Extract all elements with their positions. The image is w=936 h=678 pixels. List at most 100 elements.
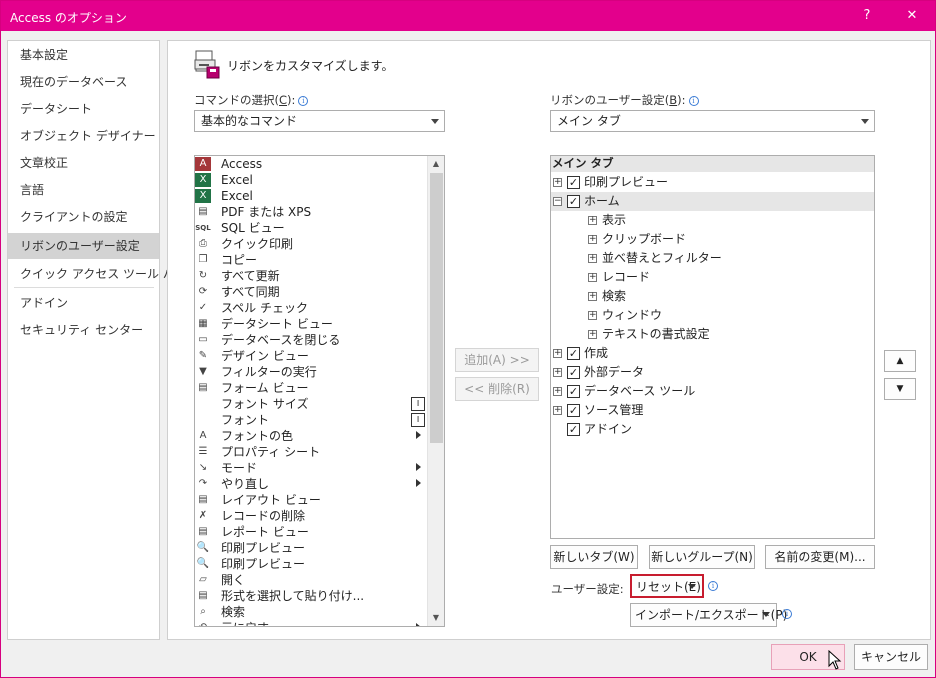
sidebar-item[interactable]: データシート (8, 96, 159, 122)
scroll-thumb[interactable] (430, 173, 443, 443)
ribbon-tree-item[interactable]: + ✓ ソース管理 (551, 401, 874, 420)
tab-checkbox[interactable]: ✓ (567, 385, 580, 398)
ribbon-tree-item[interactable]: + クリップボード (551, 230, 874, 249)
sidebar-item[interactable]: オブジェクト デザイナー (8, 123, 159, 149)
sidebar-item[interactable]: セキュリティ センター (8, 317, 159, 343)
ribbon-tree[interactable]: メイン タブ + ✓ 印刷プレビュー − ✓ ホーム + 表示 + クリップボード + 並べ替えとフィ… (550, 155, 875, 539)
command-list-item[interactable]: ▤ PDF または XPS (195, 204, 410, 220)
move-down-button[interactable]: ▼ (884, 378, 916, 400)
sidebar-item[interactable]: クライアントの設定 (8, 204, 159, 230)
expand-icon[interactable]: + (588, 330, 597, 339)
ribbon-tree-item[interactable]: + ウィンドウ (551, 306, 874, 325)
tab-checkbox[interactable]: ✓ (567, 423, 580, 436)
command-list-item[interactable]: ↘ モード (195, 460, 421, 476)
command-list-item[interactable]: ▤ フォーム ビュー (195, 380, 410, 396)
command-list-item[interactable]: ▤ レポート ビュー (195, 524, 410, 540)
expand-icon[interactable]: + (553, 349, 562, 358)
command-list-item[interactable]: フォント I (195, 412, 425, 428)
ribbon-tree-item[interactable]: + ✓ 作成 (551, 344, 874, 363)
command-list-item[interactable]: ▤ 形式を選択して貼り付け... (195, 588, 410, 604)
sidebar-item[interactable]: 文章校正 (8, 150, 159, 176)
expand-icon[interactable]: + (553, 387, 562, 396)
sidebar-item[interactable]: リボンのユーザー設定 (8, 233, 159, 259)
command-list-item[interactable]: ▤ レイアウト ビュー (195, 492, 410, 508)
scroll-down-arrow-icon[interactable]: ▼ (428, 610, 444, 626)
command-list-item[interactable]: ✗ レコードの削除 (195, 508, 410, 524)
command-list-item[interactable]: SQL SQL ビュー (195, 220, 410, 236)
choose-commands-dropdown[interactable]: 基本的なコマンド (194, 110, 445, 132)
import-export-dropdown[interactable]: インポート/エクスポート(P) (630, 603, 787, 627)
customize-ribbon-label: リボンのユーザー設定(B): i (550, 92, 699, 108)
expand-icon[interactable]: + (588, 311, 597, 320)
command-list-item[interactable]: ⎙ クイック印刷 (195, 236, 410, 252)
expand-icon[interactable]: + (588, 292, 597, 301)
expand-icon[interactable]: + (588, 216, 597, 225)
ribbon-tree-item[interactable]: + 検索 (551, 287, 874, 306)
tab-checkbox[interactable]: ✓ (567, 404, 580, 417)
command-list-item[interactable]: ▱ 開く (195, 572, 410, 588)
ribbon-tree-item[interactable]: + ✓ 外部データ (551, 363, 874, 382)
ribbon-tree-item[interactable]: + ✓ 印刷プレビュー (551, 173, 874, 192)
ribbon-tree-item[interactable]: + 表示 (551, 211, 874, 230)
tab-checkbox[interactable]: ✓ (567, 347, 580, 360)
command-list-item[interactable]: ✓ スペル チェック (195, 300, 410, 316)
command-list-item[interactable]: ✎ デザイン ビュー (195, 348, 410, 364)
command-list-item[interactable]: ❐ コピー (195, 252, 410, 268)
ribbon-tree-item[interactable]: + レコード (551, 268, 874, 287)
command-list-item[interactable]: 🔍 印刷プレビュー (195, 540, 410, 556)
command-list-item[interactable]: フォント サイズ I (195, 396, 425, 412)
commands-listbox[interactable]: A Access X Excel X Excel ▤ PDF または XPS SQL SQL ビュ… (194, 155, 445, 627)
commands-scrollbar[interactable]: ▲ ▼ (427, 156, 444, 626)
ribbon-tree-item[interactable]: ✓ アドイン (551, 420, 874, 439)
tab-checkbox[interactable]: ✓ (567, 176, 580, 189)
reset-dropdown[interactable]: リセット(E) (630, 574, 704, 598)
tab-checkbox[interactable]: ✓ (567, 366, 580, 379)
ribbon-tree-item[interactable]: + ✓ データベース ツール (551, 382, 874, 401)
cancel-button[interactable]: キャンセル (854, 644, 928, 670)
command-list-item[interactable]: ↶ 元に戻す (195, 620, 421, 626)
sidebar-item[interactable]: クイック アクセス ツール バー (8, 261, 187, 287)
sidebar-item[interactable]: 基本設定 (8, 42, 159, 68)
expand-icon[interactable]: + (553, 368, 562, 377)
scroll-up-arrow-icon[interactable]: ▲ (428, 156, 444, 172)
command-list-item[interactable]: ⌕ 検索 (195, 604, 410, 620)
new-tab-button[interactable]: 新しいタブ(W) (550, 545, 638, 569)
add-button[interactable]: 追加(A) >> (455, 348, 539, 372)
move-up-button[interactable]: ▲ (884, 350, 916, 372)
command-list-item[interactable]: 🔍 印刷プレビュー (195, 556, 410, 572)
command-list-item[interactable]: X Excel (195, 188, 410, 204)
ribbon-tree-item[interactable]: + テキストの書式設定 (551, 325, 874, 344)
remove-button[interactable]: << 削除(R) (455, 377, 539, 401)
ribbon-tree-label: 印刷プレビュー (584, 175, 669, 189)
expand-icon[interactable]: + (588, 254, 597, 263)
expand-icon[interactable]: + (588, 235, 597, 244)
new-group-button[interactable]: 新しいグループ(N) (649, 545, 755, 569)
sidebar-item[interactable]: アドイン (8, 290, 159, 316)
customize-ribbon-dropdown[interactable]: メイン タブ (550, 110, 875, 132)
expand-icon[interactable]: + (588, 273, 597, 282)
ribbon-tree-item[interactable]: − ✓ ホーム (551, 192, 874, 211)
help-button[interactable]: ? (844, 1, 890, 31)
rename-button[interactable]: 名前の変更(M)... (765, 545, 875, 569)
sidebar-item[interactable]: 現在のデータベース (8, 69, 159, 95)
command-list-item[interactable]: ☰ プロパティ シート (195, 444, 410, 460)
command-list-item[interactable]: ↷ やり直し (195, 476, 421, 492)
expand-icon[interactable]: + (553, 178, 562, 187)
command-list-item[interactable]: ↻ すべて更新 (195, 268, 410, 284)
command-list-item[interactable]: ▭ データベースを閉じる (195, 332, 410, 348)
command-list-item[interactable]: A フォントの色 (195, 428, 421, 444)
submenu-arrow-icon (416, 431, 421, 439)
expand-icon[interactable]: + (553, 406, 562, 415)
ribbon-tree-label: 並べ替えとフィルター (602, 251, 722, 265)
command-list-item[interactable]: A Access (195, 156, 410, 172)
ribbon-tree-item[interactable]: + 並べ替えとフィルター (551, 249, 874, 268)
tab-checkbox[interactable]: ✓ (567, 195, 580, 208)
close-button[interactable]: ✕ (889, 1, 935, 31)
collapse-icon[interactable]: − (553, 197, 562, 206)
command-list-item[interactable]: ⟳ すべて同期 (195, 284, 410, 300)
command-list-item[interactable]: ▦ データシート ビュー (195, 316, 410, 332)
command-list-item[interactable]: X Excel (195, 172, 410, 188)
command-icon: A (199, 430, 207, 441)
command-list-item[interactable]: ▼ フィルターの実行 (195, 364, 410, 380)
sidebar-item[interactable]: 言語 (8, 177, 159, 203)
